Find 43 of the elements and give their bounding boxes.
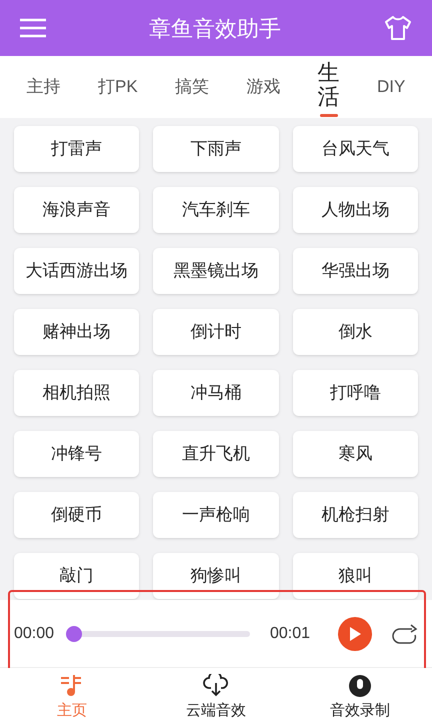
sound-button[interactable]: 敲门 <box>14 553 140 599</box>
bottom-nav-item[interactable]: 音效录制 <box>288 668 432 728</box>
sound-button[interactable]: 狗惨叫 <box>153 553 279 599</box>
progress-slider[interactable] <box>66 626 250 642</box>
sound-button[interactable]: 相机拍照 <box>14 370 140 416</box>
sound-button[interactable]: 海浪声音 <box>14 187 140 233</box>
menu-icon[interactable] <box>20 18 46 38</box>
play-icon <box>348 626 362 642</box>
t-shirt-icon[interactable] <box>384 15 412 41</box>
sound-button[interactable]: 狼叫 <box>292 553 418 599</box>
sound-button[interactable]: 机枪扫射 <box>292 492 418 538</box>
sound-button[interactable]: 一声枪响 <box>153 492 279 538</box>
sound-button[interactable]: 汽车刹车 <box>153 187 279 233</box>
sound-button[interactable]: 大话西游出场 <box>14 248 140 294</box>
sound-button[interactable]: 台风天气 <box>292 126 418 172</box>
category-tab[interactable]: 主持 <box>26 74 61 100</box>
sound-button[interactable]: 人物出场 <box>292 187 418 233</box>
elapsed-time: 00:00 <box>14 624 54 644</box>
category-tab[interactable]: 游戏 <box>246 74 280 100</box>
sound-button[interactable]: 直升飞机 <box>153 431 279 477</box>
bottom-nav-item[interactable]: 云端音效 <box>144 668 288 728</box>
category-tab[interactable]: DIY <box>376 74 406 100</box>
repeat-icon[interactable] <box>392 622 418 644</box>
cloud-download-icon <box>203 674 229 698</box>
sound-button[interactable]: 倒硬币 <box>14 492 140 538</box>
sound-button[interactable]: 打雷声 <box>14 126 140 172</box>
app-title: 章鱼音效助手 <box>149 14 281 42</box>
sound-button[interactable]: 打呼噜 <box>292 370 418 416</box>
sound-button[interactable]: 冲马桶 <box>153 370 279 416</box>
play-button[interactable] <box>338 616 372 650</box>
category-tab[interactable]: 打PK <box>98 74 138 100</box>
progress-thumb[interactable] <box>66 626 82 642</box>
sound-button[interactable]: 下雨声 <box>153 126 279 172</box>
sound-button[interactable]: 冲锋号 <box>14 431 140 477</box>
category-tab[interactable]: 搞笑 <box>175 74 209 100</box>
sound-button[interactable]: 倒水 <box>292 309 418 355</box>
sound-button[interactable]: 华强出场 <box>292 248 418 294</box>
microphone-icon <box>347 674 373 698</box>
sound-button[interactable]: 赌神出场 <box>14 309 140 355</box>
sound-button[interactable]: 倒计时 <box>153 309 279 355</box>
sound-button[interactable]: 寒风 <box>292 431 418 477</box>
duration-time: 00:01 <box>270 624 310 644</box>
sound-button[interactable]: 黑墨镜出场 <box>153 248 279 294</box>
